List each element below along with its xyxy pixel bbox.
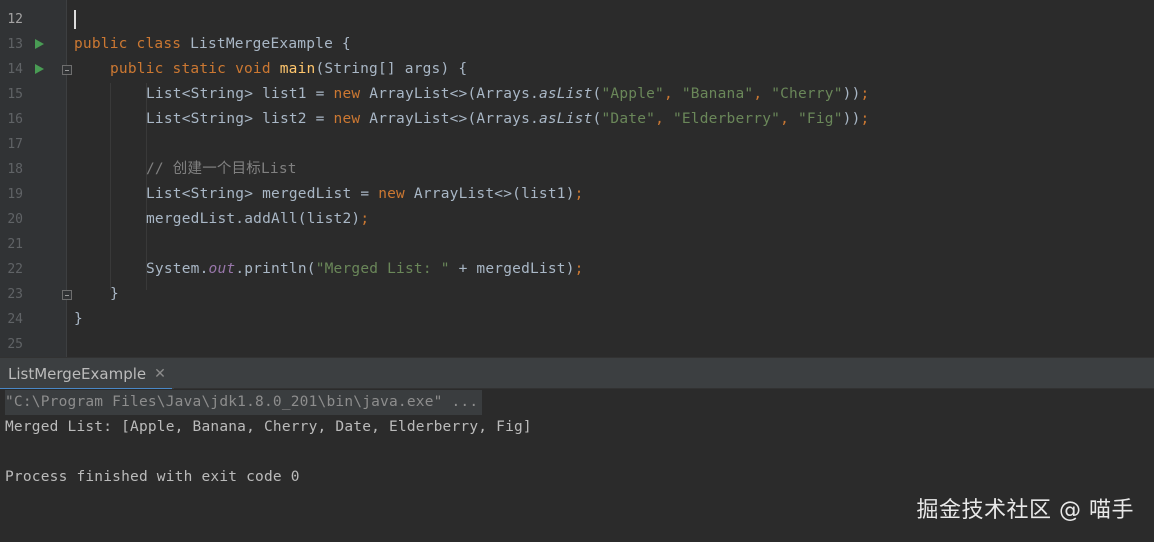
console-output-line: Merged List: [Apple, Banana, Cherry, Dat… bbox=[5, 419, 532, 435]
code-comment: // 创建一个目标List bbox=[146, 161, 297, 177]
code-line-14[interactable]: 14 public static void main(String[] args… bbox=[0, 57, 1154, 82]
line-number: 17 bbox=[7, 137, 23, 152]
code-line-19[interactable]: 19 List<String> mergedList = new ArrayLi… bbox=[0, 182, 1154, 207]
line-number: 16 bbox=[7, 112, 23, 127]
code-editor[interactable]: 12 13 public class ListMergeExample { 14… bbox=[0, 0, 1154, 357]
code-text: public class ListMergeExample { bbox=[74, 36, 351, 52]
fold-icon[interactable] bbox=[62, 290, 72, 300]
run-triangle-icon[interactable] bbox=[35, 39, 44, 49]
line-number: 20 bbox=[7, 212, 23, 227]
code-line-15[interactable]: 15 List<String> list1 = new ArrayList<>(… bbox=[0, 82, 1154, 107]
code-text: System.out.println("Merged List: " + mer… bbox=[146, 261, 584, 277]
code-line-21[interactable]: 21 bbox=[0, 232, 1154, 257]
code-line-18[interactable]: 18 // 创建一个目标List bbox=[0, 157, 1154, 182]
line-number: 25 bbox=[7, 337, 23, 352]
code-line-17[interactable]: 17 bbox=[0, 132, 1154, 157]
line-number: 21 bbox=[7, 237, 23, 252]
line-number: 19 bbox=[7, 187, 23, 202]
code-text: List<String> list2 = new ArrayList<>(Arr… bbox=[146, 111, 870, 127]
line-number: 14 bbox=[7, 62, 23, 77]
code-line-13[interactable]: 13 public class ListMergeExample { bbox=[0, 32, 1154, 57]
line-number: 24 bbox=[7, 312, 23, 327]
code-text: List<String> mergedList = new ArrayList<… bbox=[146, 186, 584, 202]
line-number: 23 bbox=[7, 287, 23, 302]
code-line-12[interactable]: 12 bbox=[0, 7, 1154, 32]
code-line-22[interactable]: 22 System.out.println("Merged List: " + … bbox=[0, 257, 1154, 282]
line-number: 13 bbox=[7, 37, 23, 52]
code-text: List<String> list1 = new ArrayList<>(Arr… bbox=[146, 86, 870, 102]
fold-icon[interactable] bbox=[62, 65, 72, 75]
close-icon[interactable]: ✕ bbox=[154, 366, 166, 382]
console-exit-line: Process finished with exit code 0 bbox=[5, 469, 300, 485]
code-line-25[interactable]: 25 bbox=[0, 332, 1154, 357]
line-number: 18 bbox=[7, 162, 23, 177]
run-triangle-icon[interactable] bbox=[35, 64, 44, 74]
code-text: public static void main(String[] args) { bbox=[110, 61, 468, 77]
run-tab-label: ListMergeExample bbox=[8, 364, 147, 383]
code-text: } bbox=[74, 311, 83, 327]
console-command-line: "C:\Program Files\Java\jdk1.8.0_201\bin\… bbox=[5, 390, 483, 415]
code-line-16[interactable]: 16 List<String> list2 = new ArrayList<>(… bbox=[0, 107, 1154, 132]
code-line-23[interactable]: 23 } bbox=[0, 282, 1154, 307]
code-text: mergedList.addAll(list2); bbox=[146, 211, 370, 227]
line-number: 22 bbox=[7, 262, 23, 277]
line-number: 12 bbox=[7, 12, 23, 27]
run-tool-window-tabbar: ListMergeExample ✕ bbox=[0, 357, 1154, 390]
code-line-24[interactable]: 24 } bbox=[0, 307, 1154, 332]
watermark: 掘金技术社区 @ 喵手 bbox=[916, 498, 1134, 523]
code-line-20[interactable]: 20 mergedList.addAll(list2); bbox=[0, 207, 1154, 232]
line-number: 15 bbox=[7, 87, 23, 102]
run-tab[interactable]: ListMergeExample ✕ bbox=[0, 358, 174, 390]
code-text: } bbox=[110, 286, 119, 302]
